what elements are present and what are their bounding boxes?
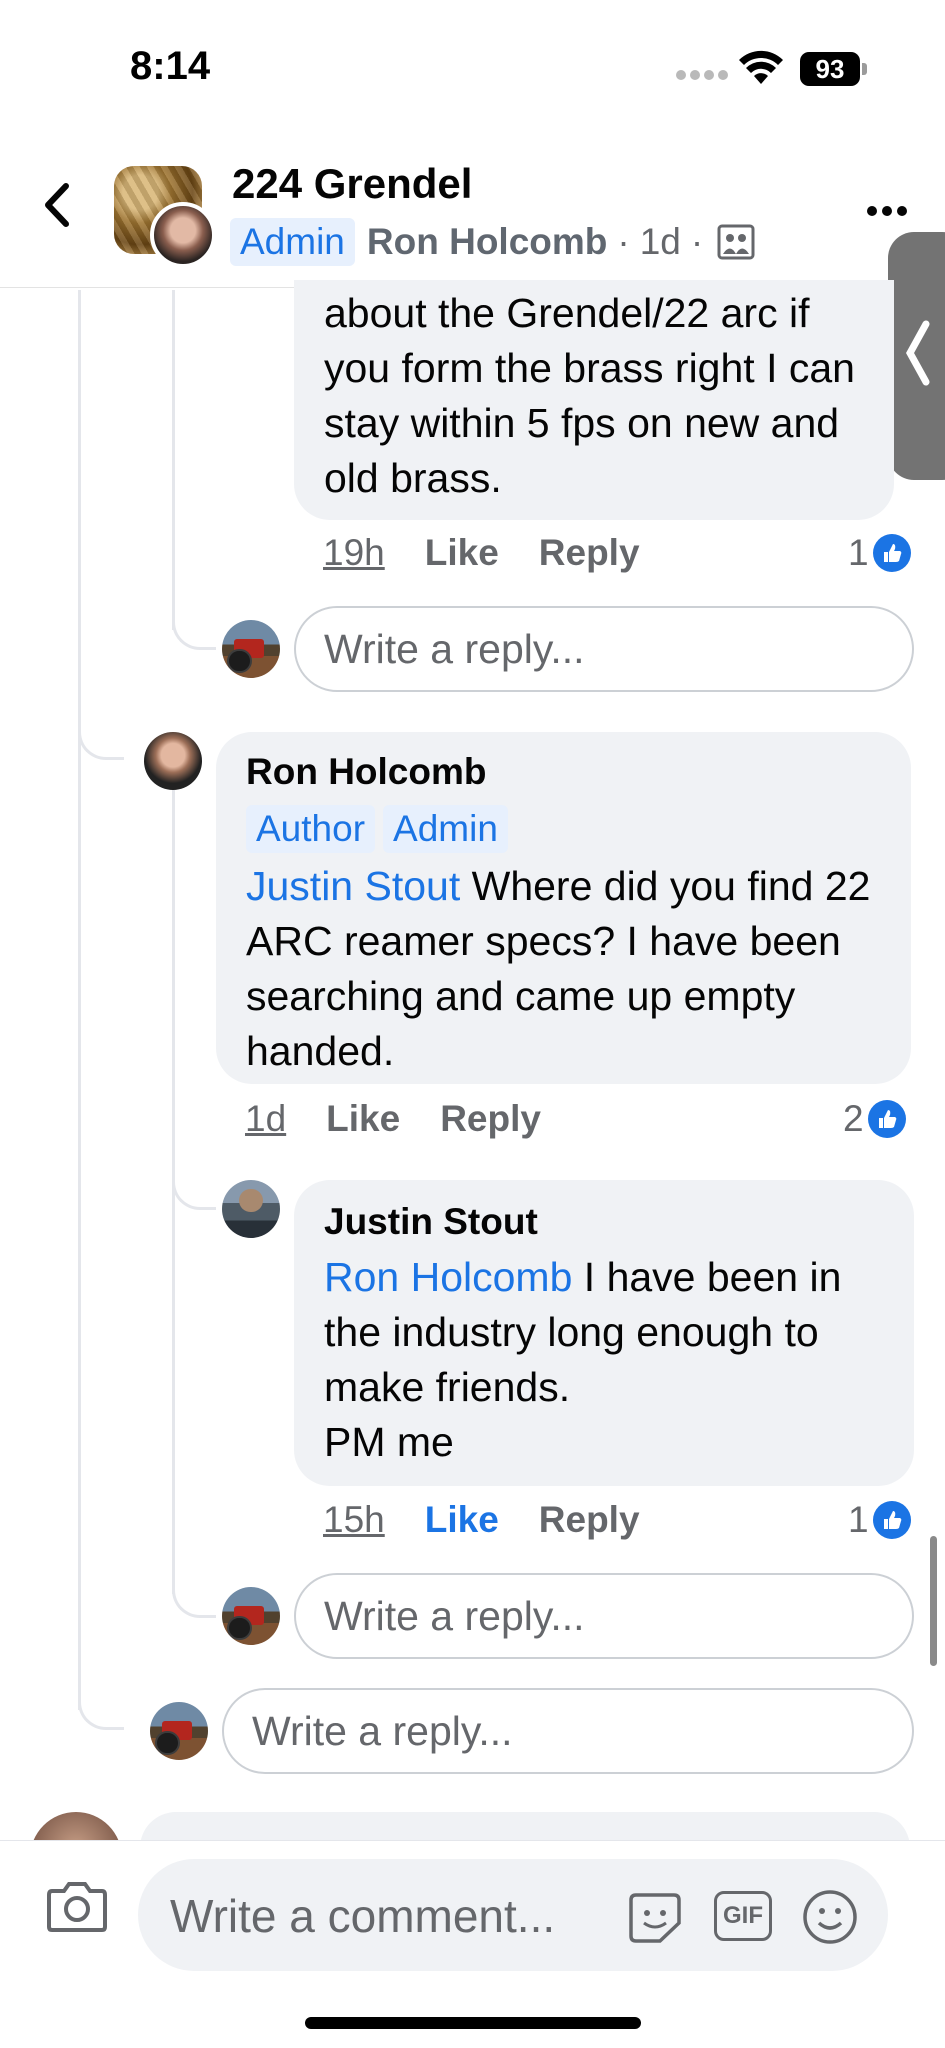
more-options-icon[interactable] [866, 204, 908, 218]
user-avatar [222, 620, 280, 678]
thread-elbow [78, 1680, 124, 1730]
scrollbar-thumb[interactable] [930, 1536, 937, 1666]
thread-elbow [172, 1160, 216, 1210]
members-privacy-icon [717, 224, 755, 260]
reply-input[interactable]: Write a reply... [294, 606, 914, 692]
reply-input[interactable]: Write a reply... [294, 1573, 914, 1659]
commenter-name[interactable]: Ron Holcomb [246, 748, 891, 796]
comment-text-line: PM me [324, 1419, 454, 1465]
like-button[interactable]: Like [425, 532, 499, 574]
home-indicator [305, 2017, 641, 2029]
reaction-number: 1 [848, 1499, 869, 1540]
commenter-avatar[interactable] [144, 732, 202, 790]
user-avatar [150, 1702, 208, 1760]
mention-link[interactable]: Justin Stout [246, 863, 460, 909]
like-button[interactable]: Like [425, 1499, 499, 1541]
reaction-count[interactable]: 1 [848, 532, 911, 574]
thread-line-inner [172, 290, 175, 630]
post-author[interactable]: Ron Holcomb [367, 221, 607, 263]
reaction-count[interactable]: 2 [843, 1098, 906, 1140]
comment-time[interactable]: 1d [245, 1098, 286, 1140]
reply-button[interactable]: Reply [539, 1499, 640, 1541]
post-time[interactable]: 1d [640, 221, 681, 263]
post-header: 224 Grendel Admin Ron Holcomb · 1d · [0, 140, 945, 288]
user-avatar [222, 1587, 280, 1645]
reply-button[interactable]: Reply [440, 1098, 541, 1140]
author-avatar[interactable] [150, 202, 216, 268]
like-button[interactable]: Like [326, 1098, 400, 1140]
comment-text: about the Grendel/22 arc if you form the… [324, 290, 855, 501]
thread-elbow [172, 1566, 216, 1618]
battery-nub [862, 63, 867, 75]
meta-separator: · [617, 221, 630, 262]
cellular-signal-icon [676, 70, 728, 82]
author-badge: Author [246, 805, 376, 853]
comment-bubble[interactable]: Ron Holcomb Author Admin Justin Stout Whe… [216, 732, 911, 1084]
comment-body: Justin Stout Where did you find 22 ARC r… [246, 859, 891, 1079]
reaction-number: 1 [848, 532, 869, 573]
commenter-name[interactable]: Justin Stout [324, 1198, 894, 1246]
post-meta: Admin Ron Holcomb · 1d · [230, 218, 755, 266]
mention-link[interactable]: Ron Holcomb [324, 1254, 572, 1300]
comment-actions: 19h Like Reply [323, 532, 640, 574]
thumbs-up-icon [872, 534, 911, 572]
emoji-icon[interactable] [802, 1889, 858, 1945]
thumbs-up-icon [867, 1100, 906, 1138]
wifi-icon [739, 50, 783, 84]
comment-time[interactable]: 19h [323, 532, 385, 574]
thumbs-up-icon [872, 1501, 911, 1539]
thread-line-outer [78, 290, 81, 1710]
commenter-avatar[interactable] [222, 1180, 280, 1238]
comment-body: Ron Holcomb I have been in the industry … [324, 1250, 894, 1415]
comment-bubble[interactable]: about the Grendel/22 arc if you form the… [294, 280, 894, 520]
gif-label: GIF [723, 1902, 763, 1929]
thread-elbow [78, 700, 124, 760]
chevron-left-icon [906, 320, 930, 386]
gif-icon[interactable]: GIF [714, 1891, 772, 1941]
status-time: 8:14 [130, 44, 211, 88]
group-title[interactable]: 224 Grendel [232, 160, 472, 208]
comment-bubble[interactable]: Justin Stout Ron Holcomb I have been in … [294, 1180, 914, 1486]
reaction-count[interactable]: 1 [848, 1499, 911, 1541]
comment-actions: 1d Like Reply [245, 1098, 541, 1140]
reply-input[interactable]: Write a reply... [222, 1688, 914, 1774]
status-bar: 8:14 93 [0, 0, 945, 140]
admin-badge: Admin [230, 218, 355, 266]
commenter-badges: Author Admin [246, 800, 891, 855]
sticker-icon[interactable] [626, 1889, 684, 1945]
reply-button[interactable]: Reply [539, 532, 640, 574]
side-panel-tab[interactable] [888, 232, 945, 480]
comment-input[interactable]: Write a comment... GIF [138, 1859, 888, 1971]
battery-indicator: 93 [800, 52, 860, 86]
back-chevron-icon[interactable] [38, 180, 78, 230]
comment-actions: 15h Like Reply [323, 1499, 640, 1541]
comment-input-placeholder: Write a comment... [170, 1890, 556, 1942]
reaction-number: 2 [843, 1098, 864, 1139]
meta-separator: · [690, 221, 704, 262]
admin-badge: Admin [383, 805, 508, 853]
camera-icon[interactable] [46, 1879, 108, 1933]
comment-composer-bar: Write a comment... GIF [0, 1840, 945, 2048]
comment-time[interactable]: 15h [323, 1499, 385, 1541]
thread-elbow [172, 600, 216, 650]
